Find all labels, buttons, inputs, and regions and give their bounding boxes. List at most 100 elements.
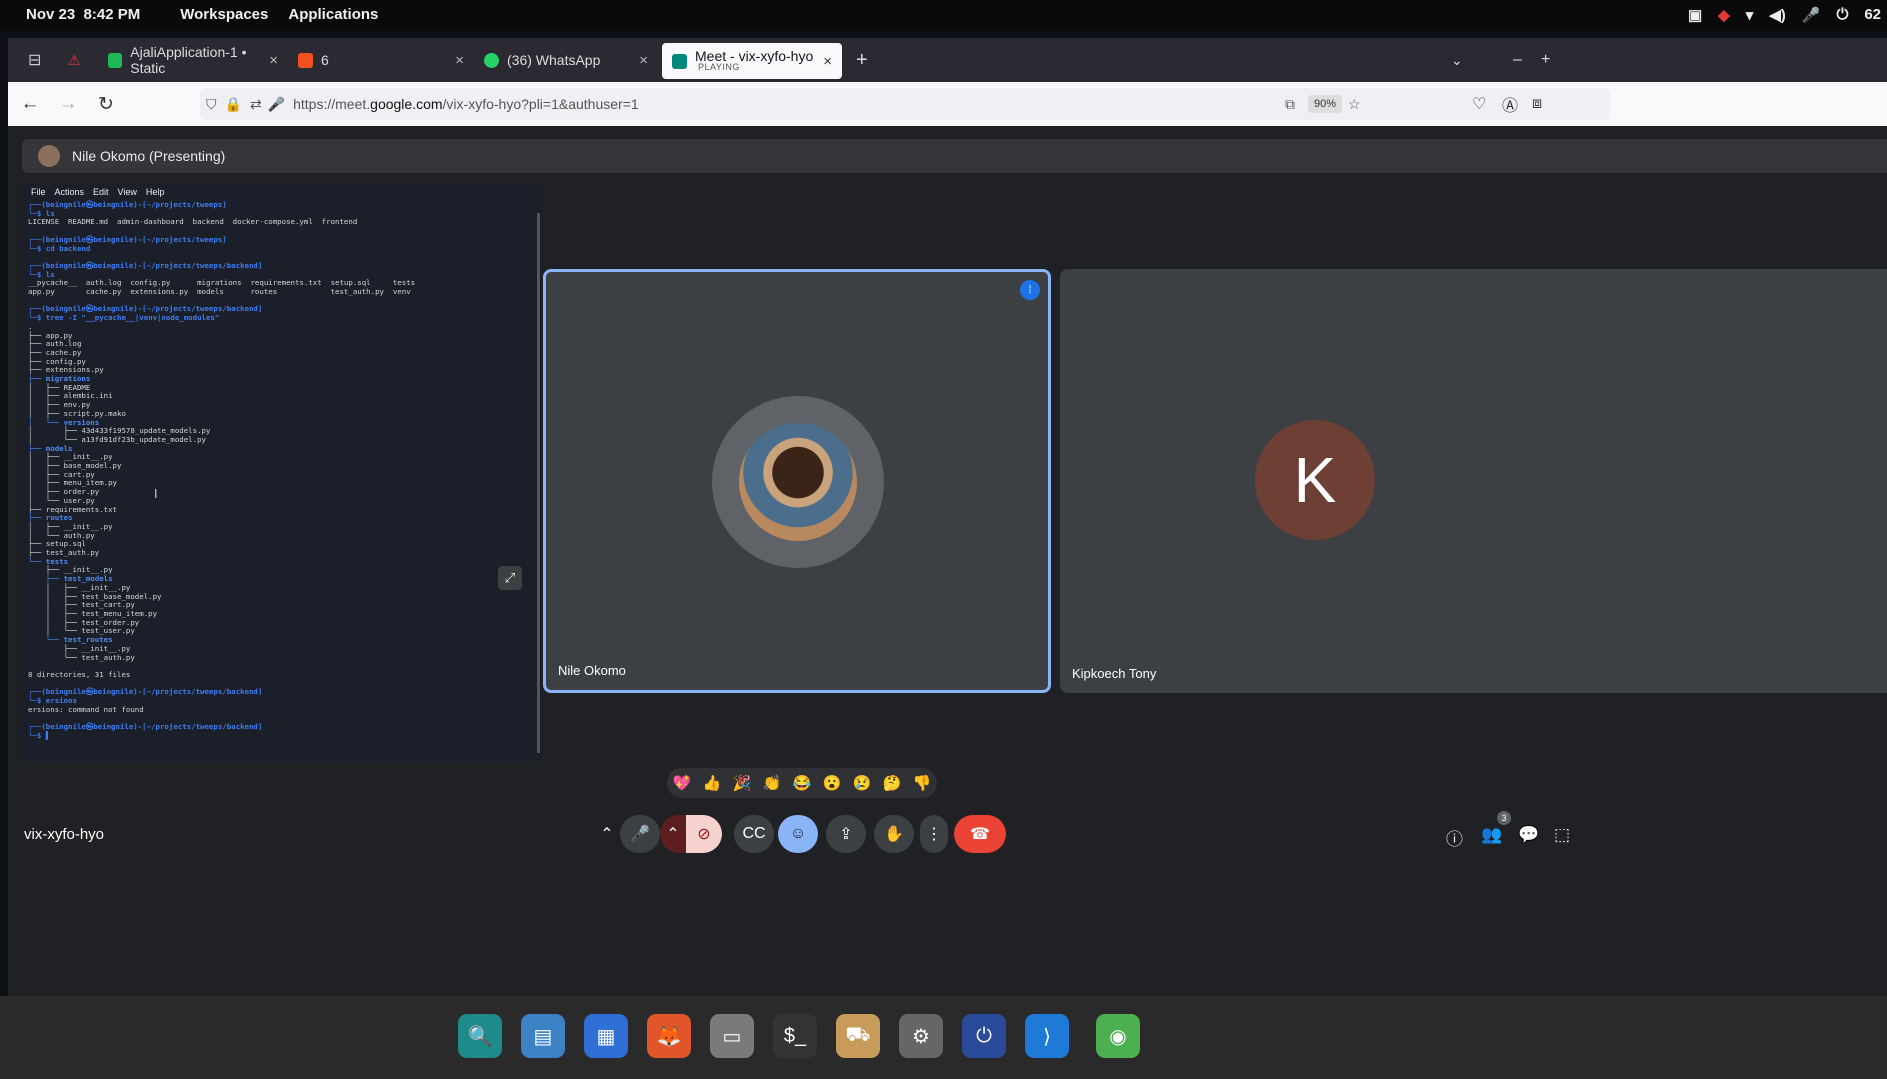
mic-permission-icon[interactable]: 🎤 bbox=[268, 96, 285, 113]
reaction-emoji[interactable]: 😂 bbox=[793, 774, 812, 792]
folder-icon[interactable]: ▭ bbox=[710, 1014, 754, 1058]
reaction-emoji[interactable]: 🤔 bbox=[883, 774, 902, 792]
app-grid-icon[interactable]: ▦ bbox=[584, 1014, 628, 1058]
url-text[interactable]: https://meet.google.com/vix-xyfo-hyo?pli… bbox=[293, 96, 639, 112]
wifi-icon[interactable]: ▾ bbox=[1746, 6, 1754, 24]
participant-tile-nile[interactable]: ⁞ Nile Okomo bbox=[543, 269, 1051, 693]
address-bar[interactable]: ⛉ 🔒 ⇄ 🎤 https://meet.google.com/vix-xyfo… bbox=[200, 88, 1610, 120]
applications-menu[interactable]: Applications bbox=[288, 6, 378, 23]
more-video-chevron-icon[interactable]: ⌃ bbox=[660, 815, 686, 853]
more-audio-chevron-icon[interactable]: ⌃ bbox=[594, 815, 620, 853]
files-manager-icon[interactable]: ▤ bbox=[521, 1014, 565, 1058]
terminal-menu-item[interactable]: View bbox=[118, 187, 137, 197]
terminal-line: ├── test_auth.py bbox=[28, 548, 100, 558]
tab-meet[interactable]: Meet - vix-xyfo-hyo PLAYING × bbox=[662, 43, 842, 79]
expand-screen-icon[interactable]: ⤢ bbox=[498, 566, 522, 590]
terminal-line: └── test_auth.py bbox=[28, 652, 135, 662]
close-tab-icon[interactable]: × bbox=[269, 52, 278, 69]
people-icon[interactable]: 👥 bbox=[1481, 825, 1502, 845]
raise-hand-button[interactable]: ✋ bbox=[874, 815, 914, 853]
maximize-icon[interactable]: + bbox=[1541, 51, 1550, 69]
window-list-icon[interactable]: ▣ bbox=[1688, 6, 1702, 24]
terminal-line: └─$ tree -I "__pycache__|venv|node_modul… bbox=[28, 313, 220, 323]
reload-icon[interactable]: ↻ bbox=[90, 93, 122, 116]
present-screen-button[interactable]: ⇪ bbox=[826, 815, 866, 853]
close-tab-icon[interactable]: × bbox=[823, 53, 832, 70]
avatar bbox=[38, 145, 60, 167]
microphone-button[interactable]: 🎤 bbox=[620, 815, 660, 853]
firefox-icon[interactable]: 🦊 bbox=[647, 1014, 691, 1058]
list-tabs-icon[interactable]: ⌄ bbox=[1451, 52, 1463, 69]
new-tab-icon[interactable]: + bbox=[856, 49, 868, 72]
power-icon[interactable]: ⏻ bbox=[1836, 6, 1848, 23]
chrome-icon[interactable]: ◉ bbox=[1096, 1014, 1140, 1058]
meeting-code: vix-xyfo-hyo bbox=[24, 826, 105, 843]
warning-icon[interactable]: ⚠ bbox=[68, 52, 98, 69]
power-app-icon[interactable]: ⏻ bbox=[962, 1014, 1006, 1058]
time-label: 8:42 PM bbox=[83, 6, 141, 23]
record-icon[interactable]: ◆ bbox=[1718, 6, 1730, 24]
reaction-emoji[interactable]: 👏 bbox=[763, 774, 782, 792]
screen-share-icon[interactable]: ⧉ bbox=[1285, 96, 1295, 113]
chat-icon[interactable]: 💬 bbox=[1518, 825, 1539, 845]
presenter-bar: Nile Okomo (Presenting) bbox=[22, 139, 1887, 173]
reactions-button[interactable]: ☺ bbox=[778, 815, 818, 853]
clock[interactable]: Nov 23 8:42 PM bbox=[26, 6, 140, 23]
activities-icon[interactable]: ⬚ bbox=[1554, 825, 1570, 845]
avatar bbox=[739, 423, 857, 541]
system-tray: ▣ ◆ ▾ ◀) 🎤 ⏻ 62 bbox=[1688, 0, 1887, 29]
close-tab-icon[interactable]: × bbox=[455, 52, 464, 69]
camera-off-button[interactable]: ⊘ bbox=[686, 815, 722, 853]
meeting-controls: vix-xyfo-hyo ⌃ 🎤 ⌃ ⊘ CC ☺ ⇪ ✋ ⋮ ☎ ⓘ 3 👥 … bbox=[8, 811, 1887, 857]
shield-icon[interactable]: ⛉ bbox=[206, 96, 217, 113]
lock-icon[interactable]: 🔒 bbox=[225, 96, 242, 113]
volume-icon[interactable]: ◀) bbox=[1769, 6, 1786, 24]
vscode-icon[interactable]: ⟩ bbox=[1025, 1014, 1069, 1058]
people-count-badge: 3 bbox=[1497, 811, 1511, 825]
tab-ajali[interactable]: AjaliApplication-1 • Static × bbox=[98, 42, 288, 78]
settings-icon[interactable]: ⚙ bbox=[899, 1014, 943, 1058]
terminal-output: ┌──(beingnile㉿beingnile)-[~/projects/twe… bbox=[22, 200, 542, 741]
more-options-button[interactable]: ⋮ bbox=[920, 815, 948, 853]
tab-overview-icon[interactable]: ⊟ bbox=[28, 50, 68, 70]
archive-icon[interactable]: ⛟ bbox=[836, 1014, 880, 1058]
terminal-menu-item[interactable]: Edit bbox=[93, 187, 109, 197]
tab-whatsapp[interactable]: (36) WhatsApp × bbox=[474, 42, 658, 78]
participant-name: Nile Okomo bbox=[558, 663, 626, 678]
captions-button[interactable]: CC bbox=[734, 815, 774, 853]
leave-call-button[interactable]: ☎ bbox=[954, 815, 1006, 853]
terminal-menu-item[interactable]: Actions bbox=[55, 187, 85, 197]
terminal-menu-item[interactable]: File bbox=[31, 187, 46, 197]
scrollbar[interactable] bbox=[537, 213, 540, 753]
reaction-emoji[interactable]: 👎 bbox=[913, 774, 932, 792]
terminal-line: └─$ ▌ bbox=[28, 730, 51, 740]
permissions-icon[interactable]: ⇄ bbox=[250, 96, 262, 113]
pocket-icon[interactable]: ♡ bbox=[1472, 94, 1486, 114]
participant-tile-kipkoech[interactable]: K Kipkoech Tony bbox=[1060, 269, 1887, 693]
zoom-level[interactable]: 90% bbox=[1308, 95, 1343, 113]
terminal-line: . bbox=[28, 321, 33, 331]
meeting-info-icon[interactable]: ⓘ bbox=[1446, 825, 1463, 850]
minimize-icon[interactable]: – bbox=[1513, 51, 1522, 69]
blogger-icon bbox=[298, 52, 313, 68]
bookmark-star-icon[interactable]: ☆ bbox=[1348, 96, 1361, 113]
reaction-emoji[interactable]: 👍 bbox=[703, 774, 722, 792]
terminal-line: │ ├── __init__.py bbox=[28, 521, 113, 531]
reaction-emoji[interactable]: 🎉 bbox=[733, 774, 752, 792]
back-icon[interactable]: ← bbox=[14, 93, 46, 115]
reaction-emoji[interactable]: 😮 bbox=[823, 774, 842, 792]
forward-icon[interactable]: → bbox=[52, 93, 84, 115]
microphone-icon[interactable]: 🎤 bbox=[1802, 6, 1821, 24]
terminal-line: │ └── a13fd91df23b_update_model.py bbox=[28, 434, 206, 444]
reaction-emoji[interactable]: 😢 bbox=[853, 774, 872, 792]
terminal-menu-item[interactable]: Help bbox=[146, 187, 165, 197]
terminal-line: ersions: command not found bbox=[28, 704, 144, 714]
workspaces-menu[interactable]: Workspaces bbox=[180, 6, 268, 23]
close-tab-icon[interactable]: × bbox=[639, 52, 648, 69]
account-icon[interactable]: Ⓐ bbox=[1502, 92, 1518, 116]
terminal-icon[interactable]: $_ bbox=[773, 1014, 817, 1058]
reaction-emoji[interactable]: 💖 bbox=[673, 774, 692, 792]
tab-blogger[interactable]: 6 × bbox=[288, 42, 474, 78]
extensions-icon[interactable]: ⧈ bbox=[1532, 95, 1542, 113]
search-app-icon[interactable]: 🔍 bbox=[458, 1014, 502, 1058]
